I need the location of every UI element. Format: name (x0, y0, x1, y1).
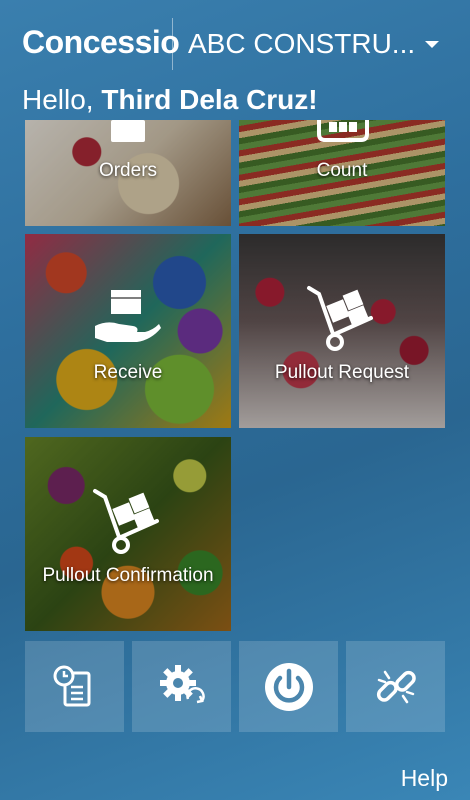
tile-orders[interactable]: Orders (25, 120, 231, 226)
hand-box-icon (95, 290, 161, 342)
handtruck-icon (93, 489, 159, 554)
help-link[interactable]: Help (401, 765, 448, 792)
clock-document-icon (53, 665, 90, 706)
box-icon (111, 120, 145, 142)
power-icon (264, 662, 313, 711)
tile-label: Receive (93, 362, 163, 383)
tile-label: Pullout Request (274, 362, 410, 383)
gear-sync-icon (159, 664, 205, 703)
tile-receive[interactable]: Receive (25, 234, 231, 428)
organization-name: ABC CONSTRU... (188, 28, 416, 59)
user-name: Third Dela Cruz! (101, 84, 318, 115)
greeting-prefix: Hello, (22, 84, 102, 115)
settings-sync-button[interactable] (132, 641, 231, 732)
tile-pullout-confirmation[interactable]: Pullout Confirmation (25, 437, 231, 631)
handtruck-icon (307, 286, 373, 351)
tile-label: Orders (98, 160, 158, 181)
disconnect-button[interactable] (346, 641, 445, 732)
grid-count-icon (317, 120, 369, 142)
greeting: Hello, Third Dela Cruz! (22, 84, 318, 116)
tile-pullout-request[interactable]: Pullout Request (239, 234, 445, 428)
tile-label: Pullout Confirmation (42, 565, 214, 586)
broken-link-icon (376, 670, 416, 703)
logout-button[interactable] (239, 641, 338, 732)
app-header: Concessio ABC CONSTRU... (0, 0, 470, 88)
organization-selector[interactable]: ABC CONSTRU... (188, 28, 448, 60)
history-button[interactable] (25, 641, 124, 732)
tile-count[interactable]: Count (239, 120, 445, 226)
header-divider (172, 18, 173, 70)
chevron-down-icon (425, 40, 440, 48)
tile-label: Count (316, 160, 368, 181)
app-brand: Concessio (22, 24, 180, 60)
